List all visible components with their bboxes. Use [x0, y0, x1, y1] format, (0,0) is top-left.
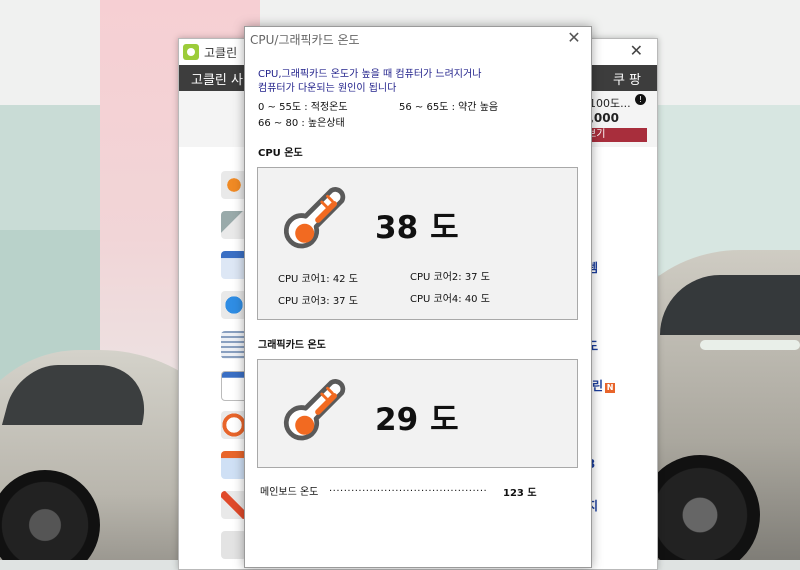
gpu-section-label: 그래픽카드 온도	[258, 340, 326, 351]
cpu-temp-readout: 38 도	[375, 202, 459, 247]
notice-line-1: CPU,그래픽카드 온도가 높을 때 컴퓨터가 느려지거나	[258, 69, 482, 80]
dialog-title: CPU/그래픽카드 온도	[250, 32, 360, 47]
thermometer-icon	[283, 379, 346, 441]
mainboard-temp-value: 123 도	[503, 488, 537, 499]
range-warm: 56 ~ 65도 : 약간 높음	[399, 102, 499, 113]
promo-info-icon[interactable]: !	[635, 94, 646, 105]
mainboard-label: 메인보드 온도	[260, 487, 319, 498]
thermometer-icon	[283, 187, 346, 249]
app-close-icon[interactable]: ✕	[630, 41, 643, 60]
cpu-temp-panel: 38 도 CPU 코어1: 42 도 CPU 코어2: 37 도 CPU 코어3:…	[257, 167, 578, 320]
mainboard-leader-dots: ........................................…	[329, 483, 488, 494]
cpu-core-2: CPU 코어2: 37 도	[410, 272, 490, 283]
gpu-temp-readout: 29 도	[375, 394, 459, 439]
gpu-temp-unit: 도	[430, 402, 459, 438]
temperature-dialog[interactable]: CPU/그래픽카드 온도 ✕ CPU,그래픽카드 온도가 높을 때 컴퓨터가 느…	[244, 26, 592, 568]
app-title: 고클린	[204, 45, 238, 60]
range-normal: 0 ~ 55도 : 적정온도	[258, 102, 348, 113]
cpu-core-3: CPU 코어3: 37 도	[278, 296, 358, 307]
new-badge: N	[605, 383, 616, 393]
dialog-titlebar: CPU/그래픽카드 온도	[245, 27, 591, 51]
gpu-temp-value: 29	[375, 402, 419, 438]
app-logo-icon	[183, 44, 199, 60]
cpu-temp-unit: 도	[430, 210, 459, 246]
notice-line-2: 컴퓨터가 다운되는 원인이 됩니다	[258, 83, 397, 94]
close-icon[interactable]: ✕	[565, 29, 583, 47]
app-menu-coupang[interactable]: 쿠 팡	[613, 69, 657, 88]
cpu-core-1: CPU 코어1: 42 도	[278, 274, 358, 285]
range-high: 66 ~ 80 : 높은상태	[258, 118, 345, 129]
app-menu-left[interactable]: 고클린 사	[179, 69, 243, 88]
cpu-temp-value: 38	[375, 210, 419, 246]
gpu-temp-panel: 29 도	[257, 359, 578, 468]
cpu-core-4: CPU 코어4: 40 도	[410, 294, 490, 305]
cpu-section-label: CPU 온도	[258, 148, 303, 159]
